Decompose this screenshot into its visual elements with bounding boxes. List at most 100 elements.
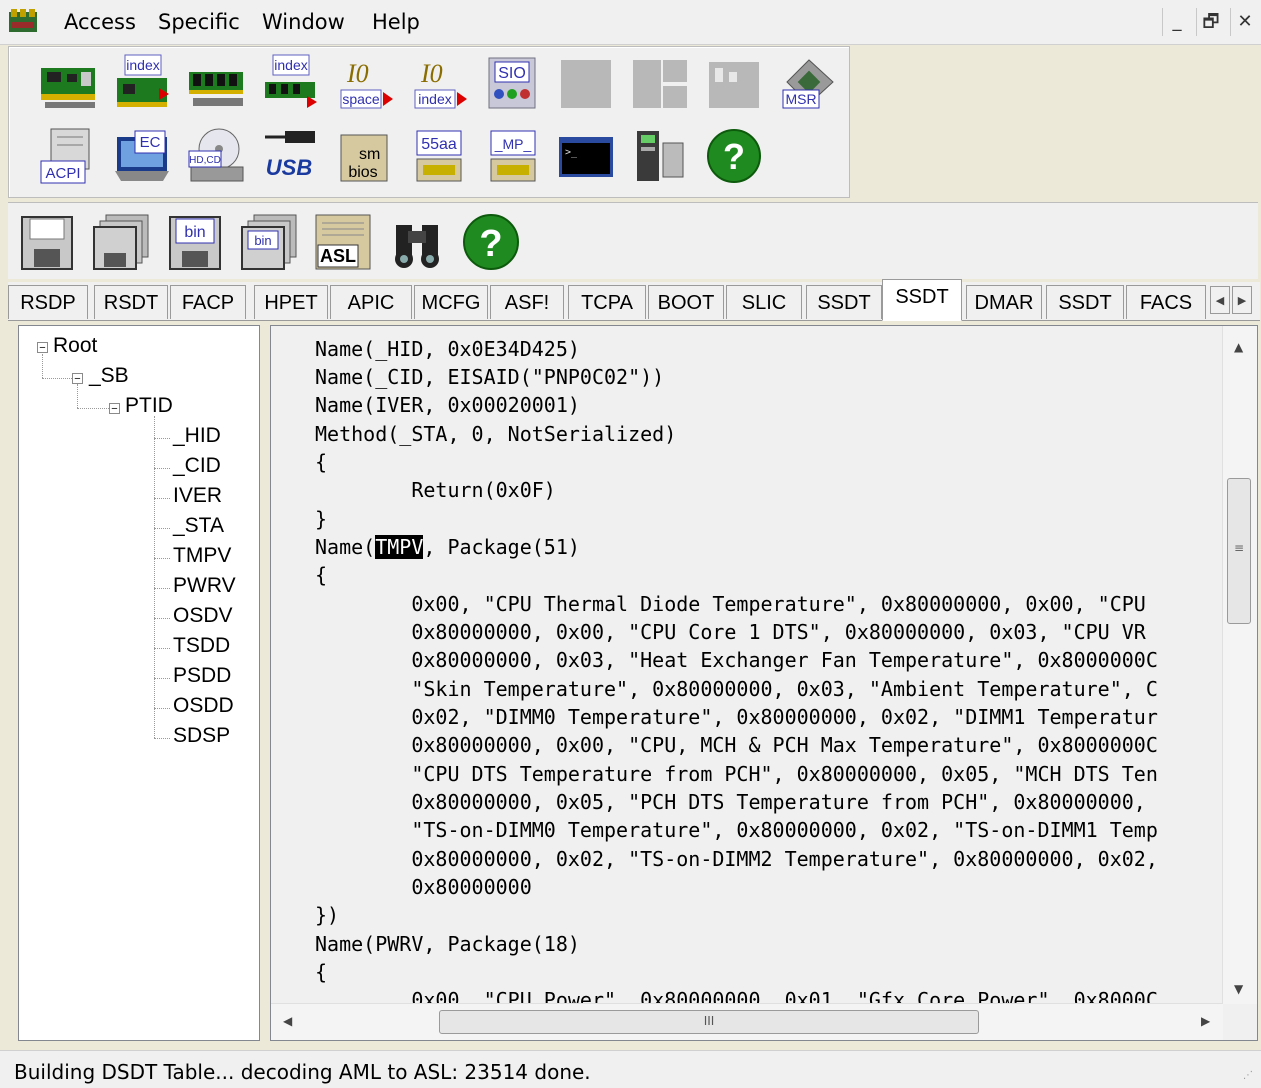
disabled-button-3[interactable]	[703, 52, 765, 114]
code-line: 0x80000000, 0x00, "CPU, MCH & PCH Max Te…	[315, 733, 1158, 757]
collapse-icon[interactable]: −	[72, 373, 83, 385]
tree-line	[77, 384, 78, 408]
usb-button[interactable]: USB	[259, 125, 321, 187]
device-button[interactable]	[629, 125, 691, 187]
code-line: 0x80000000, 0x03, "Heat Exchanger Fan Te…	[315, 648, 1158, 672]
tree-leaf[interactable]: OSDV	[173, 604, 233, 628]
vertical-scrollbar[interactable]: ▲ ≡ ▼	[1222, 326, 1257, 1004]
tab-mcfg[interactable]: MCFG	[414, 285, 488, 319]
tab-facs[interactable]: FACS	[1126, 285, 1206, 319]
code-line: 0x80000000, 0x00, "CPU Core 1 DTS", 0x80…	[315, 620, 1146, 644]
tab-scroll-left-icon[interactable]: ◀	[1210, 286, 1230, 314]
help-button-top[interactable]: ?	[703, 125, 765, 187]
memory-button[interactable]	[185, 52, 247, 114]
tab-facp[interactable]: FACP	[170, 285, 246, 319]
rom-55aa-button[interactable]: 55aa	[407, 125, 469, 187]
ec-button[interactable]: EC	[111, 125, 173, 187]
menu-access[interactable]: Access	[64, 10, 136, 34]
hdd-cd-icon: HD,CD	[188, 128, 244, 182]
tree-leaf[interactable]: TSDD	[173, 634, 230, 658]
horizontal-scroll-thumb[interactable]: III	[439, 1010, 979, 1034]
restore-button[interactable]: 🗗	[1196, 8, 1225, 36]
menu-specific[interactable]: Specific	[158, 10, 240, 34]
tab-scroll-right-icon[interactable]: ▶	[1232, 286, 1252, 314]
msr-button[interactable]: MSR	[777, 52, 839, 114]
selected-token[interactable]: TMPV	[375, 535, 424, 559]
tab-ssdt-2[interactable]: SSDT	[882, 279, 962, 321]
tree-leaf[interactable]: OSDD	[173, 694, 234, 718]
horizontal-scrollbar[interactable]: ◀ III ▶	[271, 1003, 1223, 1040]
disabled-button-1[interactable]	[555, 52, 617, 114]
scroll-up-icon[interactable]: ▲	[1234, 340, 1243, 354]
scroll-left-icon[interactable]: ◀	[283, 1014, 292, 1028]
pci-index-button[interactable]: index	[111, 52, 173, 114]
tab-slic[interactable]: SLIC	[726, 285, 802, 319]
tab-boot[interactable]: BOOT	[648, 285, 724, 319]
tree-leaf[interactable]: PSDD	[173, 664, 231, 688]
collapse-icon[interactable]: −	[37, 342, 48, 354]
help-button-bottom[interactable]: ?	[460, 211, 522, 273]
asl-icon: ASL	[315, 214, 371, 270]
svg-text:?: ?	[723, 136, 745, 177]
memory-index-icon: index	[265, 54, 317, 108]
close-button[interactable]: ✕	[1230, 8, 1259, 36]
svg-text:55aa: 55aa	[421, 136, 457, 153]
tab-ssdt-1[interactable]: SSDT	[806, 285, 882, 319]
asl-button[interactable]: ASL	[312, 211, 374, 273]
tree-leaf[interactable]: _CID	[173, 454, 221, 478]
tab-rsdp[interactable]: RSDP	[8, 285, 88, 319]
menu-help[interactable]: Help	[372, 10, 420, 34]
ec-icon: EC	[115, 130, 169, 181]
tab-apic[interactable]: APIC	[330, 285, 412, 319]
save-all-bin-button[interactable]: bin	[238, 211, 300, 273]
io-index-button[interactable]: I0 index	[407, 52, 469, 114]
code-text-area[interactable]: Name(_HID, 0x0E34D425) Name(_CID, EISAID…	[271, 326, 1223, 1004]
find-button[interactable]	[386, 211, 448, 273]
disabled-button-2[interactable]	[629, 52, 691, 114]
help-icon: ?	[463, 214, 519, 270]
scroll-down-icon[interactable]: ▼	[1234, 982, 1243, 996]
tree-leaf[interactable]: IVER	[173, 484, 222, 508]
minimize-button[interactable]: _	[1162, 8, 1191, 36]
save-all-button[interactable]	[90, 211, 152, 273]
mp-table-button[interactable]: _MP_	[481, 125, 543, 187]
tab-tcpa[interactable]: TCPA	[568, 285, 646, 319]
io-space-button[interactable]: I0 space	[333, 52, 395, 114]
table-tabs: RSDP RSDT FACP HPET APIC MCFG ASF! TCPA …	[8, 279, 1260, 321]
memory-index-button[interactable]: index	[259, 52, 321, 114]
svg-text:>_: >_	[565, 147, 578, 158]
tree-leaf[interactable]: _HID	[173, 424, 221, 448]
resize-grip-icon[interactable]: ⋰	[1243, 1070, 1257, 1084]
tree-node-root[interactable]: Root	[53, 334, 97, 358]
menu-window[interactable]: Window	[262, 10, 345, 34]
tree-leaf[interactable]: SDSP	[173, 724, 230, 748]
tree-leaf[interactable]: PWRV	[173, 574, 236, 598]
tree-leaf[interactable]: TMPV	[173, 544, 231, 568]
save-button[interactable]	[16, 211, 78, 273]
acpi-button[interactable]: ACPI	[37, 125, 99, 187]
vertical-scroll-thumb[interactable]: ≡	[1227, 478, 1251, 624]
tree-node-ptid[interactable]: PTID	[125, 394, 173, 418]
tree-line	[154, 648, 170, 649]
collapse-icon[interactable]: −	[109, 403, 120, 415]
tree-line	[42, 354, 43, 378]
tab-hpet[interactable]: HPET	[254, 285, 328, 319]
asl-code-view[interactable]: Name(_HID, 0x0E34D425) Name(_CID, EISAID…	[270, 325, 1258, 1041]
tree-node-sb[interactable]: _SB	[89, 364, 129, 388]
tree-leaf[interactable]: _STA	[173, 514, 224, 538]
save-bin-button[interactable]: bin	[164, 211, 226, 273]
hdd-cd-button[interactable]: HD,CD	[185, 125, 247, 187]
tab-rsdt[interactable]: RSDT	[94, 285, 168, 319]
tab-asf[interactable]: ASF!	[490, 285, 564, 319]
acpi-icon: ACPI	[40, 128, 90, 184]
scroll-right-icon[interactable]: ▶	[1201, 1014, 1210, 1028]
acpi-tree: − Root − _SB − PTID _HID _CID IVER _STA …	[18, 325, 260, 1041]
tree-line	[154, 528, 170, 529]
pci-button[interactable]	[37, 52, 99, 114]
sio-button[interactable]: SIO	[481, 52, 543, 114]
command-prompt-button[interactable]: >_	[555, 125, 617, 187]
tab-ssdt-3[interactable]: SSDT	[1046, 285, 1124, 319]
smbios-button[interactable]: sm bios	[333, 125, 395, 187]
tab-dmar[interactable]: DMAR	[966, 285, 1042, 319]
code-line: "Skin Temperature", 0x80000000, 0x03, "A…	[315, 677, 1158, 701]
